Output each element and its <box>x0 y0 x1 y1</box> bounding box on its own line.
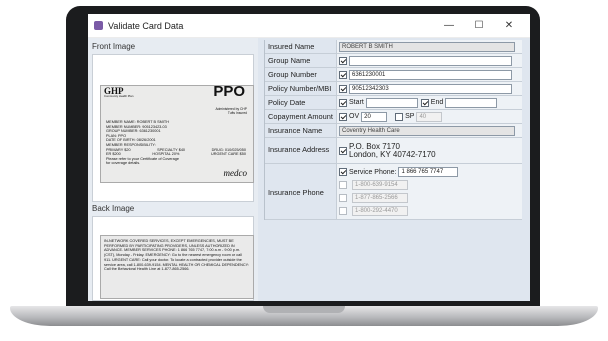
dialog-content: Front Image GHP Community Health Plan PP… <box>88 38 530 301</box>
phone-checkbox[interactable] <box>339 181 347 189</box>
insured-name-field[interactable]: ROBERT B SMITH <box>339 41 515 52</box>
card-footer-line: for coverage details. <box>106 161 141 166</box>
ov-checkbox[interactable] <box>339 112 347 121</box>
group-number-field[interactable]: 6361230001 <box>349 69 512 80</box>
fields-grid: Insured Name ROBERT B SMITH Group Name G… <box>264 40 522 220</box>
minimize-button[interactable]: — <box>434 20 464 31</box>
insurance-address-row: Insurance Address P.O. Box 7170 London, … <box>265 138 522 164</box>
address-value[interactable]: P.O. Box 7170 London, KY 40742-7170 <box>349 142 436 159</box>
phone-option: 1-800-292-4470 <box>339 206 458 216</box>
policy-number-label: Policy Number/MBI <box>265 82 337 95</box>
fields-pane: Insured Name ROBERT B SMITH Group Name G… <box>258 38 530 301</box>
back-image-frame: IN-NETWORK COVERED SERVICES, EXCEPT EMER… <box>92 216 254 301</box>
insured-name-row: Insured Name ROBERT B SMITH <box>265 40 522 54</box>
sp-label: SP <box>405 113 415 120</box>
phone-field[interactable]: 1-877-865-2566 <box>352 193 408 203</box>
front-image-label: Front Image <box>92 42 136 51</box>
images-pane: Front Image GHP Community Health Plan PP… <box>88 38 258 301</box>
service-phone-checkbox[interactable] <box>339 168 347 176</box>
window-title: Validate Card Data <box>108 20 184 31</box>
policy-number-row: Policy Number/MBI 90512342303 <box>265 82 522 96</box>
phone-field[interactable]: 1-800-292-4470 <box>352 206 408 216</box>
copayment-row: Copayment Amount OV 20 SP 40 <box>265 110 522 124</box>
sp-checkbox[interactable] <box>395 112 404 121</box>
phone-field[interactable]: 1-800-639-9154 <box>352 180 408 190</box>
insurance-name-field[interactable]: Coventry Health Care <box>339 125 515 136</box>
ov-label: OV <box>349 113 360 120</box>
phone-options: Service Phone: 1 866 765 7747 1-800-639-… <box>339 165 459 218</box>
group-number-checkbox[interactable] <box>339 70 347 79</box>
group-name-field[interactable] <box>349 55 512 66</box>
maximize-button[interactable]: ☐ <box>464 20 494 31</box>
sp-field[interactable]: 40 <box>416 111 443 122</box>
phone-checkbox[interactable] <box>339 194 347 202</box>
service-phone-label: Service Phone: <box>349 168 397 176</box>
front-card-image: GHP Community Health Plan PPO Administer… <box>100 85 254 183</box>
card-administered: Administered by CHP Tufts Insured <box>215 107 247 116</box>
end-date-field[interactable] <box>445 97 498 108</box>
group-name-checkbox[interactable] <box>339 56 347 65</box>
phone-option: 1-877-865-2566 <box>339 193 458 203</box>
insured-name-label: Insured Name <box>265 40 337 53</box>
insurance-name-row: Insurance Name Coventry Health Care <box>265 124 522 138</box>
start-date-field[interactable] <box>365 97 418 108</box>
close-button[interactable]: ✕ <box>494 20 524 31</box>
policy-number-checkbox[interactable] <box>339 84 347 93</box>
ov-field[interactable]: 20 <box>361 111 388 122</box>
back-card-image: IN-NETWORK COVERED SERVICES, EXCEPT EMER… <box>100 235 254 299</box>
group-number-label: Group Number <box>265 68 337 81</box>
app-window: Validate Card Data — ☐ ✕ Front Image GHP… <box>88 14 530 301</box>
copayment-label: Copayment Amount <box>265 110 337 123</box>
insurance-name-label: Insurance Name <box>265 124 337 137</box>
group-number-row: Group Number 6361230001 <box>265 68 522 82</box>
end-checkbox[interactable] <box>420 98 429 107</box>
front-image-frame: GHP Community Health Plan PPO Administer… <box>92 54 254 202</box>
policy-date-label: Policy Date <box>265 96 337 109</box>
policy-number-field[interactable]: 90512342303 <box>349 83 512 94</box>
card-administered-line2: Tufts Insured <box>227 110 247 115</box>
card-copay: URGENT CARE $50 <box>211 152 246 157</box>
end-label: End <box>430 99 444 106</box>
back-image-label: Back Image <box>92 204 135 213</box>
address-line2: London, KY 40742-7170 <box>349 149 436 159</box>
service-phone-field[interactable]: 1 866 765 7747 <box>398 167 459 177</box>
laptop-frame: Validate Card Data — ☐ ✕ Front Image GHP… <box>0 0 608 341</box>
medco-logo: medco <box>223 168 248 179</box>
title-bar: Validate Card Data — ☐ ✕ <box>88 14 530 38</box>
phone-checkbox[interactable] <box>339 207 347 215</box>
laptop-notch <box>263 306 345 313</box>
policy-date-row: Policy Date Start End <box>265 96 522 110</box>
group-name-row: Group Name <box>265 54 522 68</box>
insurance-phone-label: Insurance Phone <box>265 164 337 219</box>
address-checkbox[interactable] <box>339 146 347 155</box>
insurance-phone-row: Insurance Phone Service Phone: 1 866 765… <box>265 164 522 220</box>
start-label: Start <box>349 99 364 106</box>
card-plan-type: PPO <box>213 83 245 100</box>
app-icon <box>94 21 103 30</box>
group-name-label: Group Name <box>265 54 337 67</box>
service-phone-option: Service Phone: 1 866 765 7747 <box>339 167 459 177</box>
card-member-lines: MEMBER NAME: ROBERT B SMITH MEMBER NUMBE… <box>106 120 246 166</box>
start-checkbox[interactable] <box>339 98 347 107</box>
insurance-address-label: Insurance Address <box>265 138 337 163</box>
phone-option: 1-800-639-9154 <box>339 180 458 190</box>
